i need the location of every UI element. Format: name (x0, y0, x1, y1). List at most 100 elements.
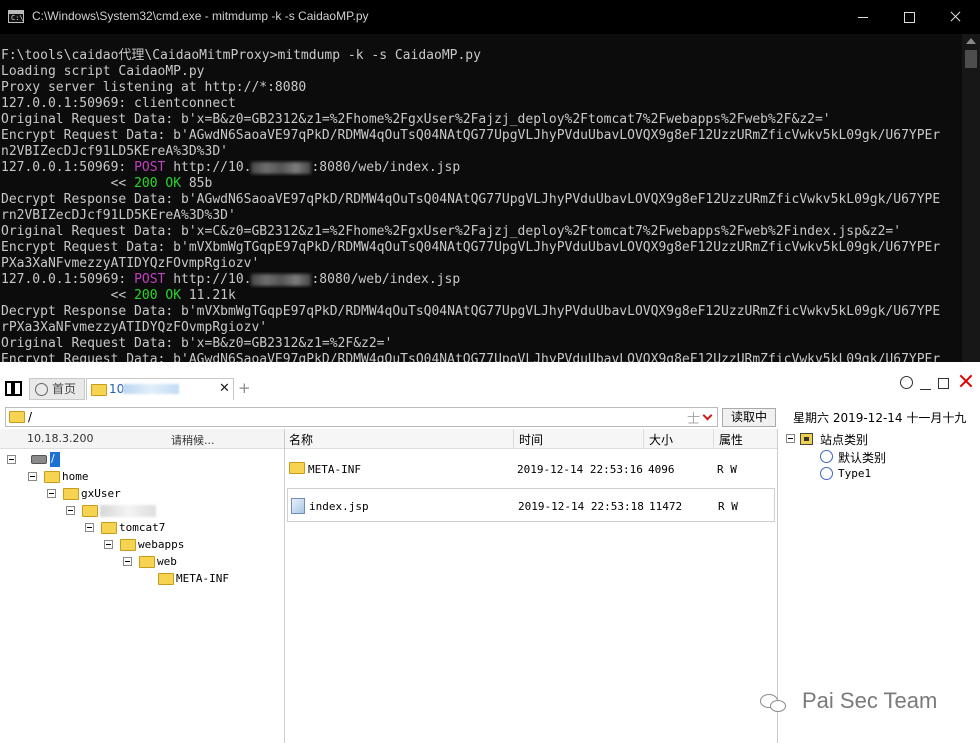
collapse-icon[interactable] (66, 506, 75, 515)
column-separator (513, 429, 514, 449)
file-icon (291, 498, 305, 514)
category-item[interactable]: Type1 (820, 465, 970, 481)
redacted-address (123, 384, 179, 394)
collapse-icon[interactable] (786, 434, 795, 443)
read-button[interactable]: 读取中 (722, 408, 776, 427)
console-line: Original Request Data: b'x=B&z0=GB2312&z… (1, 112, 831, 127)
tree-node-gxuser[interactable]: gxUser (47, 486, 187, 502)
category-icon (800, 433, 813, 445)
column-name[interactable]: 名称 (289, 431, 313, 448)
console-line: F:\tools\caidao代理\CaidaoMitmProxy>mitmdu… (1, 48, 481, 63)
folder-icon (82, 505, 98, 517)
server-ip: 10.18.3.200 (27, 432, 94, 445)
file-time: 2019-12-14 22:53:18 (518, 500, 644, 513)
close-icon[interactable] (932, 0, 978, 34)
wechat-icon (760, 692, 790, 714)
console-post: 11.21k (181, 288, 236, 303)
column-time[interactable]: 时间 (519, 431, 543, 448)
console-method: POST (134, 160, 166, 175)
console-line: Decrypt Response Data: b'AGwdN6SaoaVE97q… (1, 192, 941, 207)
tree-node-tomcat7[interactable]: tomcat7 (85, 520, 225, 536)
console-scrollbar[interactable] (962, 34, 980, 362)
address-bar: / 士 读取中 星期六 2019-12-14 十一月十九 (0, 407, 980, 429)
collapse-icon[interactable] (28, 472, 37, 481)
folder-icon (158, 573, 174, 585)
column-size[interactable]: 大小 (649, 431, 673, 448)
console-line: PXa3XaNFvmezzyATIDYQzFOvmpRgiozv' (1, 256, 260, 271)
category-item[interactable]: 默认类别 (820, 448, 970, 465)
tree-node-label: webapps (138, 538, 185, 551)
category-root[interactable]: 站点类别 (820, 431, 868, 448)
tree-node-redacted[interactable] (66, 503, 206, 519)
folder-icon (120, 539, 136, 551)
file-name: META-INF (308, 463, 361, 476)
cmd-titlebar[interactable]: C:\ C:\Windows\System32\cmd.exe - mitmdu… (0, 0, 980, 34)
path-input[interactable]: / 士 (5, 407, 718, 427)
file-list-header: 名称 时间 大小 属性 (285, 429, 777, 449)
console-output[interactable]: F:\tools\caidao代理\CaidaoMitmProxy>mitmdu… (0, 48, 962, 362)
tab-home-label: 首页 (52, 382, 77, 396)
collapse-icon[interactable] (47, 489, 56, 498)
console-status: 200 OK (134, 176, 182, 191)
tree-node-root[interactable]: / (7, 452, 107, 468)
bookmark-icon[interactable]: 士 (687, 408, 700, 427)
tab-home[interactable]: 首页 (29, 378, 85, 400)
collapse-icon[interactable] (85, 523, 94, 532)
collapse-icon[interactable] (7, 455, 16, 464)
redacted-ip (251, 273, 312, 286)
drive-icon (31, 455, 47, 464)
cmd-window-title: C:\Windows\System32\cmd.exe - mitmdump -… (32, 9, 369, 23)
console-line: Proxy server listening at http://*:8080 (1, 80, 307, 95)
loading-status: 请稍候... (171, 434, 215, 447)
maximize-icon[interactable] (938, 378, 949, 389)
date-display: 星期六 2019-12-14 十一月十九 (793, 411, 967, 425)
console-line: 127.0.0.1:50969: clientconnect (1, 96, 236, 111)
tree-node-home[interactable]: home (28, 469, 148, 485)
table-row[interactable]: index.jsp 2019-12-14 22:53:18 11472 R W (287, 488, 775, 522)
console-mid: http://10. (165, 272, 252, 287)
category-circle-icon (820, 450, 833, 463)
folder-icon (139, 556, 155, 568)
minimize-icon[interactable] (920, 389, 931, 390)
table-row[interactable]: META-INF 2019-12-14 22:53:16 4096 R W (287, 452, 775, 486)
home-circle-icon (35, 383, 48, 396)
tab-close-icon[interactable]: ✕ (219, 379, 230, 399)
close-icon[interactable] (958, 373, 974, 389)
file-attr: R W (718, 500, 738, 513)
console-post: 85b (181, 176, 213, 191)
tree-node-web[interactable]: web (123, 554, 263, 570)
console-line: << 200 OK 85b (0, 176, 962, 192)
console-mid: http://10. (165, 160, 252, 175)
maximize-icon[interactable] (886, 0, 932, 34)
redacted-folder-name (100, 505, 156, 517)
collapse-icon[interactable] (123, 557, 132, 566)
console-line: Original Request Data: b'x=C&z0=GB2312&z… (1, 224, 902, 239)
console-pre: 127.0.0.1:50969: (1, 272, 135, 287)
console-post: :8080/web/index.jsp (311, 272, 461, 287)
folder-icon (9, 411, 25, 423)
caidao-window: 首页 10 ✕ + / 士 读取中 星期六 2019-12-14 十一月十九 1… (0, 362, 980, 743)
console-line: 127.0.0.1:50969: POST http://10.:8080/we… (0, 160, 962, 176)
console-line: Loading script CaidaoMP.py (1, 64, 205, 79)
add-tab-button[interactable]: + (238, 379, 251, 397)
category-label: 默认类别 (838, 451, 887, 465)
minimize-icon[interactable] (840, 0, 886, 34)
file-size: 11472 (649, 500, 683, 513)
tree-node-webapps[interactable]: webapps (104, 537, 244, 553)
column-attr[interactable]: 属性 (719, 431, 743, 448)
scroll-up-icon[interactable] (966, 38, 976, 44)
console-pre: << (1, 176, 135, 191)
circle-icon[interactable] (900, 376, 913, 389)
tab-site-label: 10 (109, 382, 125, 396)
tab-site[interactable]: 10 ✕ (86, 378, 234, 400)
console-line: n2VBIZecDJcf91LD5KEreA%3D%3D' (1, 144, 228, 159)
console-post: :8080/web/index.jsp (311, 160, 461, 175)
scrollbar-thumb[interactable] (965, 50, 977, 68)
tree-node-metainf[interactable]: META-INF (142, 571, 282, 587)
collapse-icon[interactable] (104, 540, 113, 549)
tree-header: 10.18.3.200 请稍候... (0, 429, 284, 449)
chevron-down-icon[interactable] (702, 410, 713, 421)
cmd-icon-text: C:\ (11, 14, 24, 22)
folder-icon (101, 522, 117, 534)
console-line: Encrypt Request Data: b'AGwdN6SaoaVE97qP… (1, 352, 941, 362)
